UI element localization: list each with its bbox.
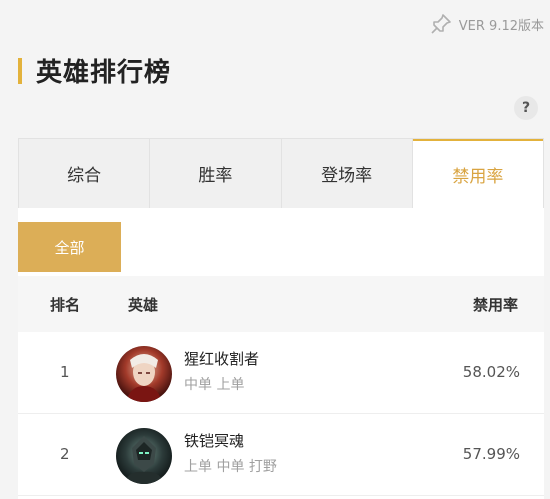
row-rank: 1: [60, 363, 70, 381]
help-icon[interactable]: ?: [514, 96, 538, 120]
hero-avatar-icon[interactable]: [116, 428, 172, 484]
hero-roles: 中单 上单: [184, 377, 245, 393]
column-header-rate[interactable]: 禁用率: [473, 294, 518, 315]
tab-overall[interactable]: 综合: [19, 139, 151, 208]
version-info: VER 9.12版本: [429, 12, 544, 36]
tab-win-rate[interactable]: 胜率: [150, 139, 282, 208]
table-row[interactable]: 2 铁铠冥魂 上单 中单 打野 57.99%: [18, 414, 544, 496]
pin-icon: [431, 14, 451, 34]
page-header: 英雄排行榜: [18, 52, 171, 89]
hero-avatar-icon[interactable]: [116, 346, 172, 402]
ban-rate-value: 57.99%: [462, 445, 520, 463]
title-accent-bar: [18, 57, 22, 84]
tab-ban-rate[interactable]: 禁用率: [412, 139, 543, 208]
ranking-tabs: 综合 胜率 登场率 禁用率: [18, 138, 544, 208]
tab-pick-rate[interactable]: 登场率: [281, 139, 413, 208]
ranking-panel: 全部 排名 英雄 禁用率 1 猩红收割者 中单 上单 58.02% 2 铁铠冥魂…: [18, 208, 544, 499]
page-title: 英雄排行榜: [36, 58, 172, 88]
version-label: VER 9.12版本: [458, 18, 544, 34]
table-header: 排名 英雄 禁用率: [18, 276, 544, 332]
column-header-hero: 英雄: [128, 296, 159, 314]
row-rank: 2: [60, 445, 70, 463]
hero-name[interactable]: 猩红收割者: [184, 348, 259, 369]
hero-name[interactable]: 铁铠冥魂: [184, 430, 244, 451]
table-row[interactable]: 1 猩红收割者 中单 上单 58.02%: [18, 332, 544, 414]
filter-all-button[interactable]: 全部: [18, 222, 121, 272]
hero-roles: 上单 中单 打野: [184, 459, 277, 475]
column-header-rank: 排名: [50, 296, 81, 314]
ban-rate-value: 58.02%: [462, 363, 520, 381]
